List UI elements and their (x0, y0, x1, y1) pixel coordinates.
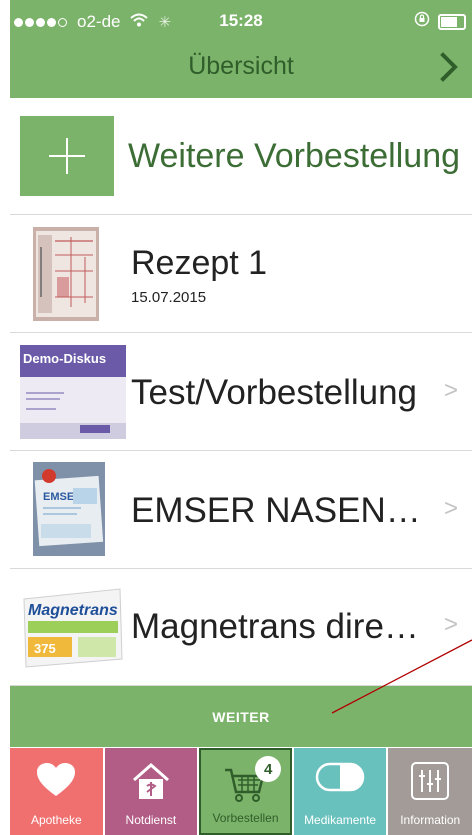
pill-icon (294, 762, 387, 792)
tab-label: Medikamente (304, 813, 377, 827)
tab-notdienst[interactable]: Notdienst (104, 748, 198, 835)
battery-icon (438, 13, 466, 30)
item-title: Test/Vorbestellung (131, 373, 418, 412)
add-preorder-label: Weitere Vorbestellung (128, 137, 461, 175)
thumb-text-dose: 375 (34, 641, 56, 656)
status-bar: o2-de ✳ 15:28 (10, 0, 472, 40)
item-title: Magnetrans direkt… (131, 607, 431, 646)
add-preorder-row[interactable]: Weitere Vorbestellung (10, 98, 472, 215)
tab-label: Vorbestellen (212, 811, 279, 825)
tab-label: Apotheke (30, 813, 82, 827)
tab-information[interactable]: Information (388, 748, 472, 835)
page-title: Übersicht (188, 52, 294, 80)
sliders-icon (388, 762, 472, 800)
app-screen: o2-de ✳ 15:28 Übersicht Weitere Vorbeste… (0, 0, 472, 835)
chevron-right-icon (440, 52, 458, 82)
chevron-right-icon: > (443, 611, 458, 638)
tab-bar: Apotheke Notdienst 4 Vorbestellen Medika… (10, 748, 472, 835)
item-title: EMSER NASENSP… (131, 491, 431, 530)
tab-label: Notdienst (125, 813, 177, 827)
tab-apotheke[interactable]: Apotheke (10, 748, 103, 835)
next-button[interactable] (432, 46, 466, 88)
plus-icon (49, 138, 85, 174)
thumb-text-demo: Demo-Diskus (23, 351, 106, 366)
top-bar: o2-de ✳ 15:28 Übersicht (10, 0, 472, 98)
tab-medikamente[interactable]: Medikamente (293, 748, 387, 835)
item-date: 15.07.2015 (131, 289, 207, 306)
prescription-thumbnail (33, 227, 99, 321)
list-item[interactable]: Magnetrans 375 Magnetrans direkt… > (10, 569, 472, 686)
product-thumbnail: Magnetrans 375 (20, 585, 126, 671)
thumb-text-magnetrans: Magnetrans (28, 602, 118, 619)
pharmacy-house-icon (105, 762, 198, 802)
chevron-right-icon: > (443, 495, 458, 522)
list-item[interactable]: EMSER EMSER NASENSP… > (10, 451, 472, 569)
chevron-right-icon: > (443, 377, 458, 404)
add-tile (20, 116, 114, 196)
item-title: Rezept 1 (131, 244, 268, 282)
product-thumbnail: EMSER (33, 462, 105, 556)
tab-vorbestellen[interactable]: 4 Vorbestellen (199, 748, 292, 835)
weiter-button[interactable]: WEITER (10, 686, 472, 747)
cart-count-badge: 4 (255, 756, 282, 782)
heart-icon (10, 762, 103, 798)
list-item[interactable]: Demo-Diskus Test/Vorbestellung > (10, 333, 472, 451)
list-item[interactable]: Rezept 1 15.07.2015 (10, 215, 472, 333)
tab-label: Information (400, 813, 461, 827)
status-time: 15:28 (219, 11, 263, 30)
product-thumbnail: Demo-Diskus (20, 345, 126, 439)
rotation-lock-icon (414, 11, 430, 32)
status-right (414, 11, 466, 32)
